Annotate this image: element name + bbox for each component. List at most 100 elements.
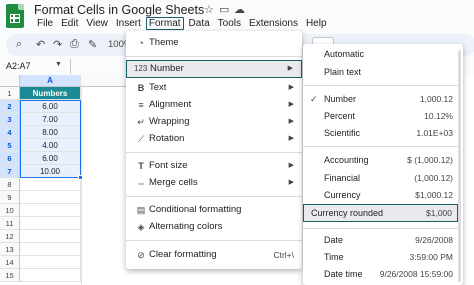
menu-data[interactable]: Data xyxy=(186,17,213,30)
number-format-currency-rounded[interactable]: Currency rounded $1,000 xyxy=(303,204,458,222)
submenu-scrollbar[interactable] xyxy=(458,50,461,282)
sheets-window: Format Cells in Google Sheets ☆ ▭ ☁ File… xyxy=(0,0,474,285)
submenu-arrow-icon: ▶ xyxy=(287,65,293,72)
fill-handle[interactable] xyxy=(78,175,83,180)
cell-empty[interactable] xyxy=(20,204,81,217)
column-header-a[interactable]: A xyxy=(20,75,81,87)
search-menus-icon[interactable]: ⌕ xyxy=(16,38,22,51)
menu-insert[interactable]: Insert xyxy=(113,17,144,30)
row-header[interactable]: 10 xyxy=(0,204,20,217)
format-menu-conditional-formatting[interactable]: ▤ Conditional formatting xyxy=(126,201,302,219)
number-format-plain-text[interactable]: Plain text xyxy=(303,64,458,81)
menu-edit[interactable]: Edit xyxy=(58,17,81,30)
row-header[interactable]: 6 xyxy=(0,152,20,165)
row-header[interactable]: 1 xyxy=(0,87,20,100)
number-format-financial[interactable]: Financial (1,000.12) xyxy=(303,170,458,187)
row-header[interactable]: 11 xyxy=(0,217,20,230)
format-menu-alternating-colors[interactable]: ◈ Alternating colors xyxy=(126,218,302,236)
number-format-time[interactable]: Time 3:59:00 PM xyxy=(303,249,458,266)
select-all-corner[interactable] xyxy=(0,75,20,87)
number-format-automatic[interactable]: Automatic xyxy=(303,46,458,63)
cell-a5[interactable]: 4.00 xyxy=(20,139,81,152)
format-menu-font-size[interactable]: T Font size ▶ xyxy=(126,157,302,175)
submenu-arrow-icon: ▶ xyxy=(288,118,294,125)
cell-a2[interactable]: 6.00 xyxy=(20,100,81,113)
number-format-date-time[interactable]: Date time 9/26/2008 15:59:00 xyxy=(303,266,458,283)
column-header-b[interactable] xyxy=(81,75,131,87)
row-header[interactable]: 14 xyxy=(0,256,20,269)
document-title[interactable]: Format Cells in Google Sheets xyxy=(34,3,204,17)
menu-item-label: Date xyxy=(324,235,344,245)
number-format-scientific[interactable]: Scientific 1.01E+03 xyxy=(303,125,458,142)
format-menu-text[interactable]: B Text ▶ xyxy=(126,79,302,97)
format-menu-rotation[interactable]: ⟋ Rotation ▶ xyxy=(126,130,302,148)
format-menu-alignment[interactable]: ≡ Alignment ▶ xyxy=(126,96,302,114)
cell-empty[interactable] xyxy=(20,269,81,282)
row-header[interactable]: 8 xyxy=(0,178,20,191)
row-header[interactable]: 9 xyxy=(0,191,20,204)
row-header[interactable]: 2 xyxy=(0,100,20,113)
format-menu-number[interactable]: 123 Number ▶ xyxy=(126,60,302,78)
checkmark-icon: ✓ xyxy=(310,94,318,104)
star-icon[interactable]: ☆ xyxy=(204,3,214,16)
palette-icon: ◔ xyxy=(138,38,144,48)
number-format-accounting[interactable]: Accounting $ (1,000.12) xyxy=(303,152,458,169)
name-box-dropdown-icon[interactable]: ▼ xyxy=(55,61,62,68)
menu-bar: File Edit View Insert Format Data Tools … xyxy=(34,17,332,30)
format-example: 9/26/2008 xyxy=(415,235,453,245)
cell-empty[interactable] xyxy=(20,191,81,204)
format-example: $1,000 xyxy=(426,208,452,218)
format-example: 1,000.12 xyxy=(419,94,453,104)
cell-empty[interactable] xyxy=(20,256,81,269)
cell-empty[interactable] xyxy=(20,178,81,191)
format-menu: ◔ Theme 123 Number ▶ B Text ▶ ≡ Alignmen… xyxy=(126,31,302,269)
sheets-logo-icon[interactable] xyxy=(6,4,24,28)
merge-cells-icon: ⇔ xyxy=(136,178,146,188)
row-header[interactable]: 5 xyxy=(0,139,20,152)
row-header[interactable]: 13 xyxy=(0,243,20,256)
menu-tools[interactable]: Tools xyxy=(215,17,244,30)
cell-a7[interactable]: 10.00 xyxy=(20,165,81,178)
rotation-icon: ⟋ xyxy=(137,134,145,144)
row-header[interactable]: 4 xyxy=(0,126,20,139)
number-format-currency[interactable]: Currency $1,000.12 xyxy=(303,187,458,204)
cell-a6[interactable]: 6.00 xyxy=(20,152,81,165)
menu-divider xyxy=(303,228,458,229)
move-to-folder-icon[interactable]: ▭ xyxy=(219,3,229,16)
format-example: 9/26/2008 15:59:00 xyxy=(379,269,453,279)
menu-format[interactable]: Format xyxy=(145,17,184,30)
number-format-date[interactable]: Date 9/26/2008 xyxy=(303,232,458,249)
menu-item-label: Number xyxy=(150,63,184,74)
number-format-percent[interactable]: Percent 10.12% xyxy=(303,108,458,125)
menu-item-label: Time xyxy=(324,252,344,262)
menu-file[interactable]: File xyxy=(34,17,56,30)
menu-extensions[interactable]: Extensions xyxy=(246,17,301,30)
format-menu-theme[interactable]: ◔ Theme xyxy=(126,34,302,52)
menu-view[interactable]: View xyxy=(83,17,111,30)
cloud-status-icon[interactable]: ☁ xyxy=(234,3,245,16)
number-format-icon: 123 xyxy=(134,64,148,73)
cell-a1[interactable]: Numbers xyxy=(20,87,81,100)
cell-a4[interactable]: 8.00 xyxy=(20,126,81,139)
row-header[interactable]: 15 xyxy=(0,269,20,282)
row-header[interactable]: 3 xyxy=(0,113,20,126)
menu-item-label: Number xyxy=(324,94,357,104)
paint-format-icon[interactable]: ✎ xyxy=(88,38,97,51)
submenu-arrow-icon: ▶ xyxy=(288,162,294,169)
row-header[interactable]: 7 xyxy=(0,165,20,178)
menu-item-label: Financial xyxy=(324,173,361,183)
redo-icon[interactable]: ↷ xyxy=(53,38,62,51)
format-menu-merge-cells[interactable]: ⇔ Merge cells ▶ xyxy=(126,174,302,192)
cell-empty[interactable] xyxy=(20,230,81,243)
cell-a3[interactable]: 7.00 xyxy=(20,113,81,126)
cell-empty[interactable] xyxy=(20,243,81,256)
format-menu-clear-formatting[interactable]: ⊘ Clear formatting Ctrl+\ xyxy=(126,246,302,264)
number-format-number[interactable]: ✓ Number 1,000.12 xyxy=(303,91,458,108)
menu-help[interactable]: Help xyxy=(303,17,330,30)
cell-empty[interactable] xyxy=(20,217,81,230)
wrap-icon: ↵ xyxy=(137,117,145,127)
format-menu-wrapping[interactable]: ↵ Wrapping ▶ xyxy=(126,113,302,131)
row-header[interactable]: 12 xyxy=(0,230,20,243)
print-icon[interactable]: ⎙ xyxy=(70,38,79,51)
undo-icon[interactable]: ↶ xyxy=(36,38,45,51)
